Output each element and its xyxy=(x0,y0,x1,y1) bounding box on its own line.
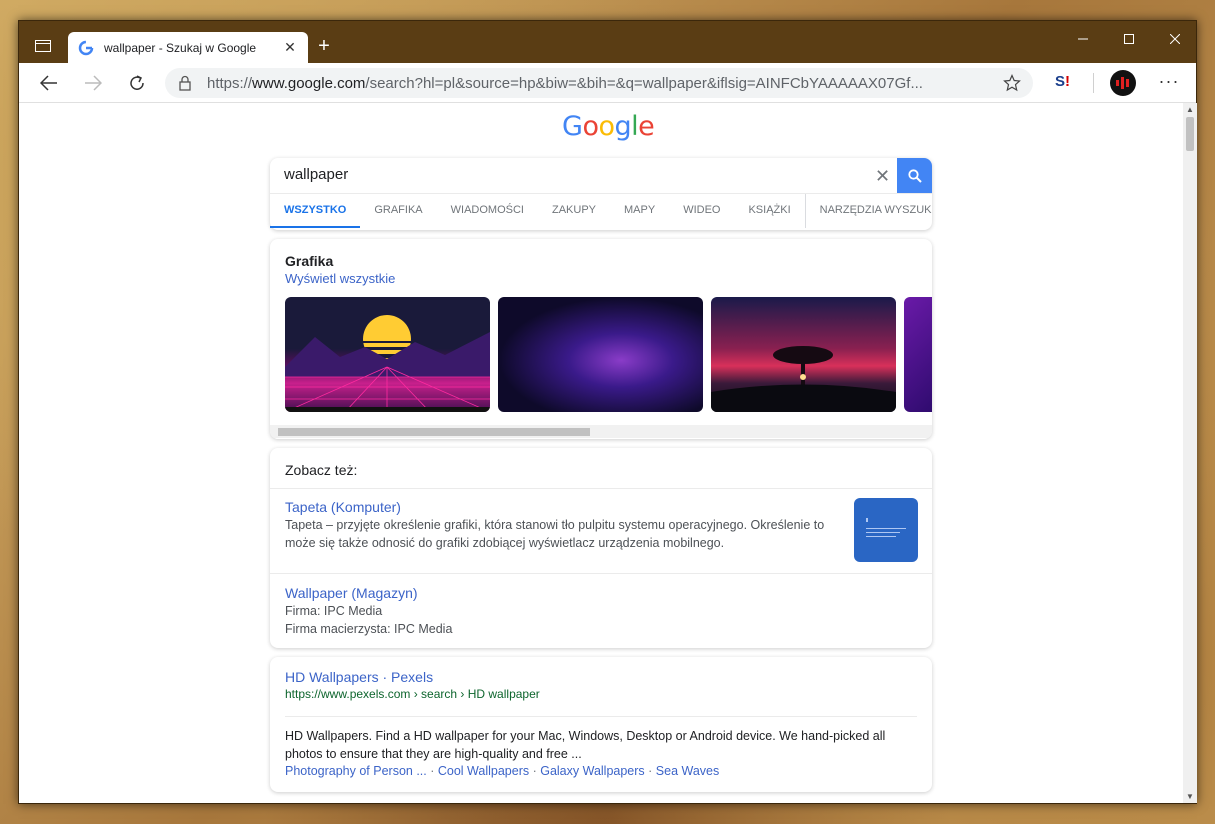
browser-window: wallpaper - Szukaj w Google ✕ + https://… xyxy=(18,20,1197,804)
forward-button[interactable] xyxy=(81,71,105,95)
sitelink[interactable]: Cool Wallpapers xyxy=(438,764,529,778)
tab-close-icon[interactable]: ✕ xyxy=(282,39,298,56)
image-thumbnail[interactable] xyxy=(904,297,932,412)
see-also-link[interactable]: Tapeta (Komputer) xyxy=(285,499,401,515)
browser-toolbar: https://www.google.com/search?hl=pl&sour… xyxy=(19,63,1196,103)
sitelink[interactable]: Photography of Person ... xyxy=(285,764,427,778)
see-also-description: może się także odnosić do grafiki zdobią… xyxy=(285,536,725,550)
favorite-star-icon[interactable] xyxy=(1003,74,1021,92)
minimize-button[interactable] xyxy=(1060,26,1106,52)
see-also-thumbnail[interactable] xyxy=(854,498,918,562)
address-bar[interactable]: https://www.google.com/search?hl=pl&sour… xyxy=(165,68,1033,98)
maximize-button[interactable] xyxy=(1106,26,1152,52)
sitelink[interactable]: Galaxy Wallpapers xyxy=(540,764,644,778)
result-url: https://www.pexels.com › search › HD wal… xyxy=(285,687,540,701)
image-thumbnail[interactable] xyxy=(285,297,490,412)
see-also-link[interactable]: Wallpaper (Magazyn) xyxy=(285,585,418,601)
google-logo[interactable]: Google xyxy=(562,111,655,142)
scroll-up-arrow-icon[interactable]: ▲ xyxy=(1186,105,1194,114)
search-box: wallpaper ✕ WSZYSTKO GRAFIKA WIADOMOŚCI … xyxy=(270,158,932,230)
result-title-link[interactable]: HD Wallpapers · Pexels xyxy=(285,669,433,685)
search-input[interactable]: wallpaper xyxy=(284,166,348,186)
tab-video[interactable]: WIDEO xyxy=(669,194,734,228)
toolbar-separator xyxy=(1093,73,1094,93)
search-result: HD Wallpapers · Pexels https://www.pexel… xyxy=(270,657,932,792)
settings-menu-button[interactable]: ··· xyxy=(1157,71,1181,95)
tab-actions-icon[interactable] xyxy=(31,35,55,57)
reload-button[interactable] xyxy=(125,71,149,95)
see-also-card: Zobacz też: Tapeta (Komputer) Tapeta – p… xyxy=(270,448,932,648)
page-vertical-scrollbar[interactable]: ▲ ▼ xyxy=(1183,103,1197,803)
google-favicon-icon xyxy=(78,40,94,55)
image-thumbnail[interactable] xyxy=(498,297,703,412)
tab-search-tools[interactable]: NARZĘDZIA WYSZUKIWANIA xyxy=(804,194,932,228)
search-tabs: WSZYSTKO GRAFIKA WIADOMOŚCI ZAKUPY MAPY … xyxy=(270,193,932,228)
see-also-detail: Firma: IPC Media xyxy=(285,604,383,618)
new-tab-button[interactable]: + xyxy=(313,35,335,57)
images-card-title: Grafika xyxy=(285,253,334,269)
tab-images[interactable]: GRAFIKA xyxy=(360,194,436,228)
divider xyxy=(270,488,932,489)
scrollbar-thumb[interactable] xyxy=(1186,117,1194,151)
scroll-down-arrow-icon[interactable]: ▼ xyxy=(1186,792,1194,801)
scrollbar-thumb[interactable] xyxy=(278,428,590,436)
extension-s-icon[interactable]: S! xyxy=(1055,73,1077,93)
tab-shopping[interactable]: ZAKUPY xyxy=(538,194,610,228)
see-also-title: Zobacz też: xyxy=(285,462,358,478)
url-text[interactable]: https://www.google.com/search?hl=pl&sour… xyxy=(207,75,993,92)
result-description: HD Wallpapers. Find a HD wallpaper for y… xyxy=(285,729,886,761)
divider xyxy=(270,573,932,574)
lock-icon xyxy=(179,75,191,91)
image-thumbnail[interactable] xyxy=(711,297,896,412)
tab-title: wallpaper - Szukaj w Google xyxy=(104,40,257,55)
tab-maps[interactable]: MAPY xyxy=(610,194,669,228)
page-content: Google wallpaper ✕ WSZYSTKO GRAFIKA WIAD… xyxy=(19,103,1183,803)
view-all-images-link[interactable]: Wyświetl wszystkie xyxy=(285,271,395,286)
images-horizontal-scrollbar[interactable] xyxy=(270,425,932,438)
tab-books[interactable]: KSIĄŻKI xyxy=(734,194,804,228)
result-sitelinks: Photography of Person ... · Cool Wallpap… xyxy=(285,764,720,778)
divider xyxy=(285,716,917,717)
search-button[interactable] xyxy=(897,158,932,193)
tab-news[interactable]: WIADOMOŚCI xyxy=(437,194,538,228)
search-icon xyxy=(907,168,922,183)
sitelink[interactable]: Sea Waves xyxy=(656,764,719,778)
back-button[interactable] xyxy=(37,71,61,95)
tab-all[interactable]: WSZYSTKO xyxy=(270,194,361,228)
extension-avatar-icon[interactable] xyxy=(1110,70,1136,96)
see-also-detail: Firma macierzysta: IPC Media xyxy=(285,622,453,636)
active-tab[interactable]: wallpaper - Szukaj w Google ✕ xyxy=(68,32,308,63)
close-window-button[interactable] xyxy=(1152,26,1198,52)
title-bar: wallpaper - Szukaj w Google ✕ + xyxy=(19,21,1196,63)
see-also-description: Tapeta – przyjęte określenie grafiki, kt… xyxy=(285,518,825,532)
images-card: Grafika Wyświetl wszystkie xyxy=(270,239,932,439)
clear-search-icon[interactable]: ✕ xyxy=(875,166,890,187)
